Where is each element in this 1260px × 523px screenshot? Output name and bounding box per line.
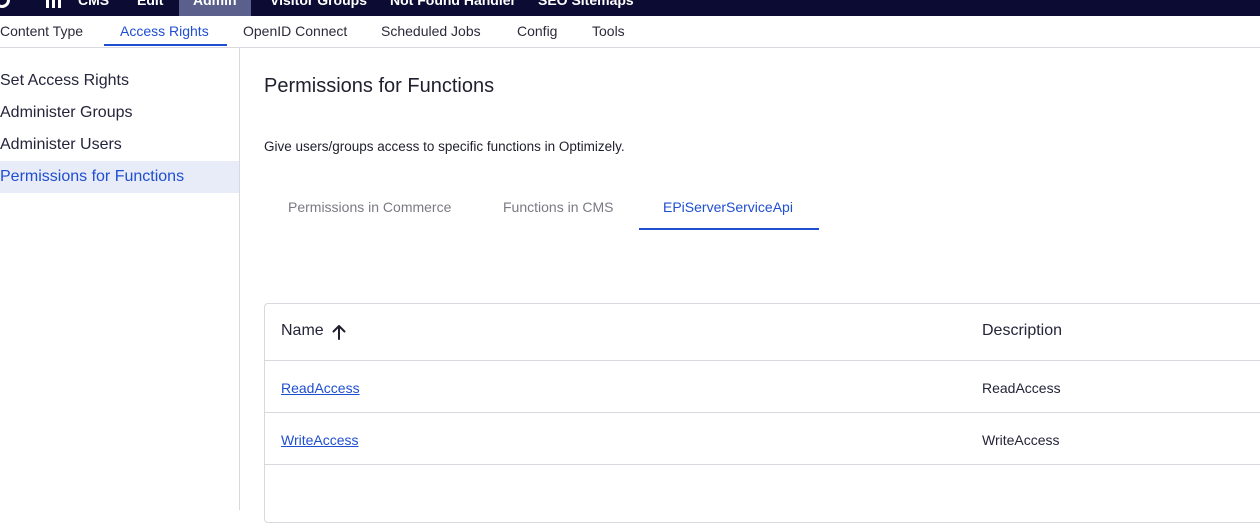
top-navigation-bar: CMS Edit Admin Visitor Groups Not Found … xyxy=(0,0,1260,16)
sidebar-item-permissions-for-functions[interactable]: Permissions for Functions xyxy=(0,161,239,193)
optimizely-logo-icon[interactable] xyxy=(0,0,10,8)
function-description: ReadAccess xyxy=(982,380,1061,396)
admin-subnav: Content Type Access Rights OpenID Connec… xyxy=(0,16,1260,48)
sidebar: Set Access Rights Administer Groups Admi… xyxy=(0,47,240,510)
topnav-visitor-groups[interactable]: Visitor Groups xyxy=(270,0,367,16)
tab-episerverserviceapi[interactable]: EPiServerServiceApi xyxy=(663,199,793,215)
row-divider xyxy=(265,412,1260,413)
subnav-openid-connect[interactable]: OpenID Connect xyxy=(243,16,347,46)
sort-ascending-arrow-icon[interactable] xyxy=(332,324,346,340)
functions-table: Name Description ReadAccess ReadAccess W… xyxy=(264,303,1260,523)
topnav-edit[interactable]: Edit xyxy=(137,0,163,16)
function-link-readaccess[interactable]: ReadAccess xyxy=(281,380,360,396)
topnav-admin[interactable]: Admin xyxy=(179,0,251,16)
subnav-tools[interactable]: Tools xyxy=(592,16,625,46)
function-link-writeaccess[interactable]: WriteAccess xyxy=(281,432,359,448)
function-description: WriteAccess xyxy=(982,432,1060,448)
active-subnav-indicator xyxy=(104,44,227,46)
app-grid-icon[interactable] xyxy=(46,0,62,8)
sidebar-item-administer-groups[interactable]: Administer Groups xyxy=(0,97,239,129)
column-header-description: Description xyxy=(982,322,1063,339)
row-divider xyxy=(265,360,1260,361)
active-tab-indicator xyxy=(639,228,819,230)
column-header-name[interactable]: Name xyxy=(281,322,324,340)
subnav-access-rights[interactable]: Access Rights xyxy=(120,16,209,46)
page-description: Give users/groups access to specific fun… xyxy=(264,139,625,154)
topnav-seo-sitemaps[interactable]: SEO Sitemaps xyxy=(538,0,634,16)
subnav-content-type[interactable]: Content Type xyxy=(0,16,83,46)
subnav-config[interactable]: Config xyxy=(517,16,557,46)
tab-functions-in-cms[interactable]: Functions in CMS xyxy=(503,199,613,215)
sidebar-item-administer-users[interactable]: Administer Users xyxy=(0,129,239,161)
page-title: Permissions for Functions xyxy=(264,75,495,97)
sidebar-item-set-access-rights[interactable]: Set Access Rights xyxy=(0,65,239,97)
topnav-cms[interactable]: CMS xyxy=(78,0,109,16)
topnav-not-found-handler[interactable]: Not Found Handler xyxy=(390,0,516,16)
row-divider xyxy=(265,464,1260,465)
subnav-scheduled-jobs[interactable]: Scheduled Jobs xyxy=(381,16,481,46)
tab-permissions-in-commerce[interactable]: Permissions in Commerce xyxy=(288,199,451,215)
